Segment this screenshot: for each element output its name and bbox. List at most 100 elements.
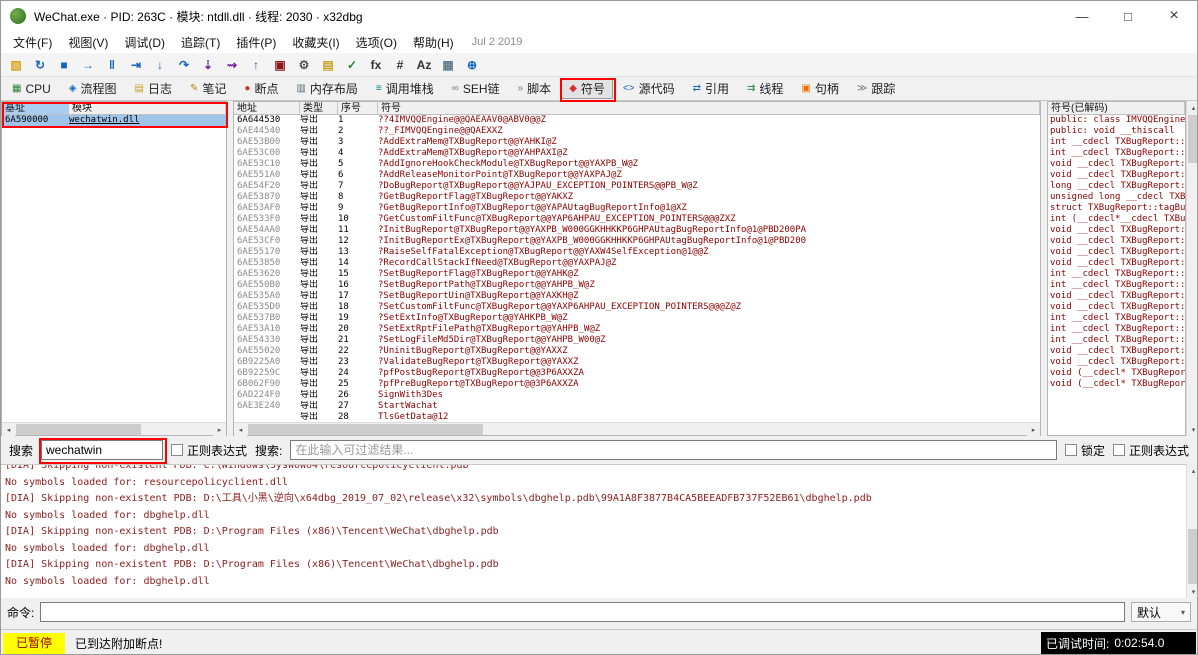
check-icon[interactable]: ✓ bbox=[341, 55, 363, 75]
scroll-down-icon[interactable]: ▾ bbox=[1187, 423, 1198, 436]
symbol-row-25[interactable]: 6AD224F0导出26SignWith3Des bbox=[234, 390, 1040, 401]
scroll-up-icon[interactable]: ▴ bbox=[1187, 464, 1198, 477]
step-over-icon[interactable]: ↷ bbox=[173, 55, 195, 75]
trace-over-icon[interactable]: ⇝ bbox=[221, 55, 243, 75]
symbol-row-21[interactable]: 6AE55020导出22?UninitBugReport@TXBugReport… bbox=[234, 346, 1040, 357]
tab-cpu[interactable]: ▦CPU bbox=[4, 79, 59, 99]
tab-source[interactable]: <>源代码 bbox=[615, 79, 683, 99]
scroll-down-icon[interactable]: ▾ bbox=[1187, 585, 1198, 598]
tab-symbols[interactable]: ◆符号 bbox=[561, 79, 613, 99]
memory-grid-icon[interactable]: ▦ bbox=[437, 55, 459, 75]
tab-threads[interactable]: ⇉线程 bbox=[739, 79, 791, 99]
symbol-row-9[interactable]: 6AE533F0导出10?GetCustomFiltFunc@TXBugRepo… bbox=[234, 214, 1040, 225]
menu-plugins[interactable]: 插件(P) bbox=[228, 32, 284, 53]
regex2-checkbox[interactable] bbox=[1113, 444, 1125, 456]
menu-view[interactable]: 视图(V) bbox=[60, 32, 116, 53]
decoded-col-header[interactable]: 符号(已解码) bbox=[1048, 102, 1185, 114]
command-input[interactable] bbox=[40, 602, 1125, 622]
symbols-col-symbol[interactable]: 符号 bbox=[378, 102, 1040, 114]
execute-till-return-icon[interactable]: ↑ bbox=[245, 55, 267, 75]
symbol-row-23[interactable]: 6B92259C导出24?pfPostBugReport@TXBugReport… bbox=[234, 368, 1040, 379]
symbol-row-17[interactable]: 6AE535D0导出18?SetCustomFiltFunc@TXBugRepo… bbox=[234, 302, 1040, 313]
filter-input[interactable] bbox=[290, 440, 1057, 460]
log-vscroll-thumb[interactable] bbox=[1188, 529, 1198, 584]
scroll-right-icon[interactable]: ▸ bbox=[1027, 423, 1040, 436]
tab-memory-map[interactable]: ▥内存布局 bbox=[288, 79, 365, 99]
symbol-row-7[interactable]: 6AE53870导出8?GetBugReportFlag@TXBugReport… bbox=[234, 192, 1040, 203]
tab-log[interactable]: ▤日志 bbox=[127, 79, 180, 99]
table-vscroll-thumb[interactable] bbox=[1188, 115, 1198, 163]
notes-icon[interactable]: ▤ bbox=[317, 55, 339, 75]
tab-references[interactable]: ⇄引用 bbox=[685, 79, 737, 99]
module-search-input[interactable] bbox=[41, 440, 163, 460]
modules-col-module[interactable]: 模块 bbox=[69, 102, 226, 114]
trace-into-icon[interactable]: ⇣ bbox=[197, 55, 219, 75]
tab-script[interactable]: »脚本 bbox=[510, 79, 560, 99]
symbol-row-14[interactable]: 6AE53620导出15?SetBugReportFlag@TXBugRepor… bbox=[234, 269, 1040, 280]
symbol-row-18[interactable]: 6AE537B0导出19?SetExtInfo@TXBugReport@@YAH… bbox=[234, 313, 1040, 324]
menu-debug[interactable]: 调试(D) bbox=[116, 32, 173, 53]
open-file-icon[interactable]: ▧ bbox=[5, 55, 27, 75]
symbol-row-2[interactable]: 6AE53B00导出3?AddExtraMem@TXBugReport@@YAH… bbox=[234, 137, 1040, 148]
symbol-row-22[interactable]: 6B9225A0导出23?ValidateBugReport@TXBugRepo… bbox=[234, 357, 1040, 368]
maximize-button[interactable]: □ bbox=[1105, 1, 1151, 31]
symbol-row-20[interactable]: 6AE54330导出21?SetLogFileMd5Dir@TXBugRepor… bbox=[234, 335, 1040, 346]
symbols-hscrollbar[interactable]: ◂ ▸ bbox=[234, 422, 1040, 435]
command-profile-dropdown[interactable]: 默认 ▾ bbox=[1131, 602, 1191, 622]
symbol-row-15[interactable]: 6AE550B0导出16?SetBugReportPath@TXBugRepor… bbox=[234, 280, 1040, 291]
tab-graph[interactable]: ◈流程图 bbox=[61, 79, 125, 99]
symbol-row-19[interactable]: 6AE53A10导出20?SetExtRptFilePath@TXBugRepo… bbox=[234, 324, 1040, 335]
minimize-button[interactable]: — bbox=[1059, 1, 1105, 31]
symbol-row-3[interactable]: 6AE53C00导出4?AddExtraMem@TXBugReport@@YAH… bbox=[234, 148, 1040, 159]
symbols-col-ordinal[interactable]: 序号 bbox=[338, 102, 378, 114]
symbols-col-address[interactable]: 地址 bbox=[234, 102, 300, 114]
stop-icon[interactable]: ■ bbox=[53, 55, 75, 75]
symbol-row-27[interactable]: 导出28TlsGetData@12 bbox=[234, 412, 1040, 422]
lock-checkbox[interactable] bbox=[1065, 444, 1077, 456]
symbol-row-8[interactable]: 6AE53AF0导出9?GetBugReportInfo@TXBugReport… bbox=[234, 203, 1040, 214]
symbol-row-13[interactable]: 6AE53850导出14?RecordCallStackIfNeed@TXBug… bbox=[234, 258, 1040, 269]
restart-icon[interactable]: ↻ bbox=[29, 55, 51, 75]
modules-row-0[interactable]: 6A590000wechatwin.dll bbox=[2, 115, 226, 126]
regex-checkbox[interactable] bbox=[171, 444, 183, 456]
symbol-row-1[interactable]: 6AE44540导出2??_FIMVQQEngine@@QAEXXZ bbox=[234, 126, 1040, 137]
symbol-row-5[interactable]: 6AE551A0导出6?AddReleaseMonitorPoint@TXBug… bbox=[234, 170, 1040, 181]
close-button[interactable]: × bbox=[1151, 1, 1197, 31]
symbol-row-10[interactable]: 6AE54AA0导出11?InitBugReport@TXBugReport@@… bbox=[234, 225, 1040, 236]
symbol-row-4[interactable]: 6AE53C10导出5?AddIgnoreHookCheckModule@TXB… bbox=[234, 159, 1040, 170]
tab-call-stack[interactable]: ≡调用堆栈 bbox=[368, 79, 442, 99]
pause-icon[interactable]: ‖ bbox=[101, 55, 123, 75]
tab-handles[interactable]: ▣句柄 bbox=[793, 79, 846, 99]
scroll-right-icon[interactable]: ▸ bbox=[213, 423, 226, 436]
menu-options[interactable]: 选项(O) bbox=[348, 32, 405, 53]
symbol-row-16[interactable]: 6AE535A0导出17?SetBugReportUin@TXBugReport… bbox=[234, 291, 1040, 302]
modules-hscroll-thumb[interactable] bbox=[16, 424, 141, 435]
hash-icon[interactable]: # bbox=[389, 55, 411, 75]
step-into-icon[interactable]: ↓ bbox=[149, 55, 171, 75]
symbols-col-type[interactable]: 类型 bbox=[300, 102, 338, 114]
fx-icon[interactable]: fx bbox=[365, 55, 387, 75]
scroll-up-icon[interactable]: ▴ bbox=[1187, 101, 1198, 114]
symbol-row-11[interactable]: 6AE53CF0导出12?InitBugReportEx@TXBugReport… bbox=[234, 236, 1040, 247]
patches-icon[interactable]: ▣ bbox=[269, 55, 291, 75]
run-icon[interactable]: → bbox=[77, 55, 99, 75]
tab-seh[interactable]: ∞SEH链 bbox=[444, 79, 508, 99]
modules-col-base[interactable]: 基址 bbox=[2, 102, 69, 114]
tab-notes[interactable]: ✎笔记 bbox=[182, 79, 234, 99]
tab-trace[interactable]: ≫跟踪 bbox=[849, 79, 903, 99]
settings-icon[interactable]: ⚙ bbox=[293, 55, 315, 75]
menu-file[interactable]: 文件(F) bbox=[5, 32, 60, 53]
symbol-row-26[interactable]: 6AE3E240导出27StartWachat bbox=[234, 401, 1040, 412]
scroll-left-icon[interactable]: ◂ bbox=[2, 423, 15, 436]
menu-help[interactable]: 帮助(H) bbox=[405, 32, 462, 53]
symbols-globe-icon[interactable]: ⊕ bbox=[461, 55, 483, 75]
symbol-row-24[interactable]: 6B062F90导出25?pfPreBugReport@TXBugReport@… bbox=[234, 379, 1040, 390]
log-vscrollbar[interactable]: ▴ ▾ bbox=[1186, 464, 1198, 598]
symbol-row-0[interactable]: 6A644530导出1??4IMVQQEngine@@QAEAAV0@ABV0@… bbox=[234, 115, 1040, 126]
scroll-left-icon[interactable]: ◂ bbox=[234, 423, 247, 436]
symbol-row-6[interactable]: 6AE54F20导出7?DoBugReport@TXBugReport@@YAJ… bbox=[234, 181, 1040, 192]
strings-icon[interactable]: Az bbox=[413, 55, 435, 75]
table-vscrollbar[interactable]: ▴ ▾ bbox=[1186, 101, 1198, 436]
tab-breakpoints[interactable]: ●断点 bbox=[236, 79, 286, 99]
menu-trace[interactable]: 追踪(T) bbox=[173, 32, 228, 53]
